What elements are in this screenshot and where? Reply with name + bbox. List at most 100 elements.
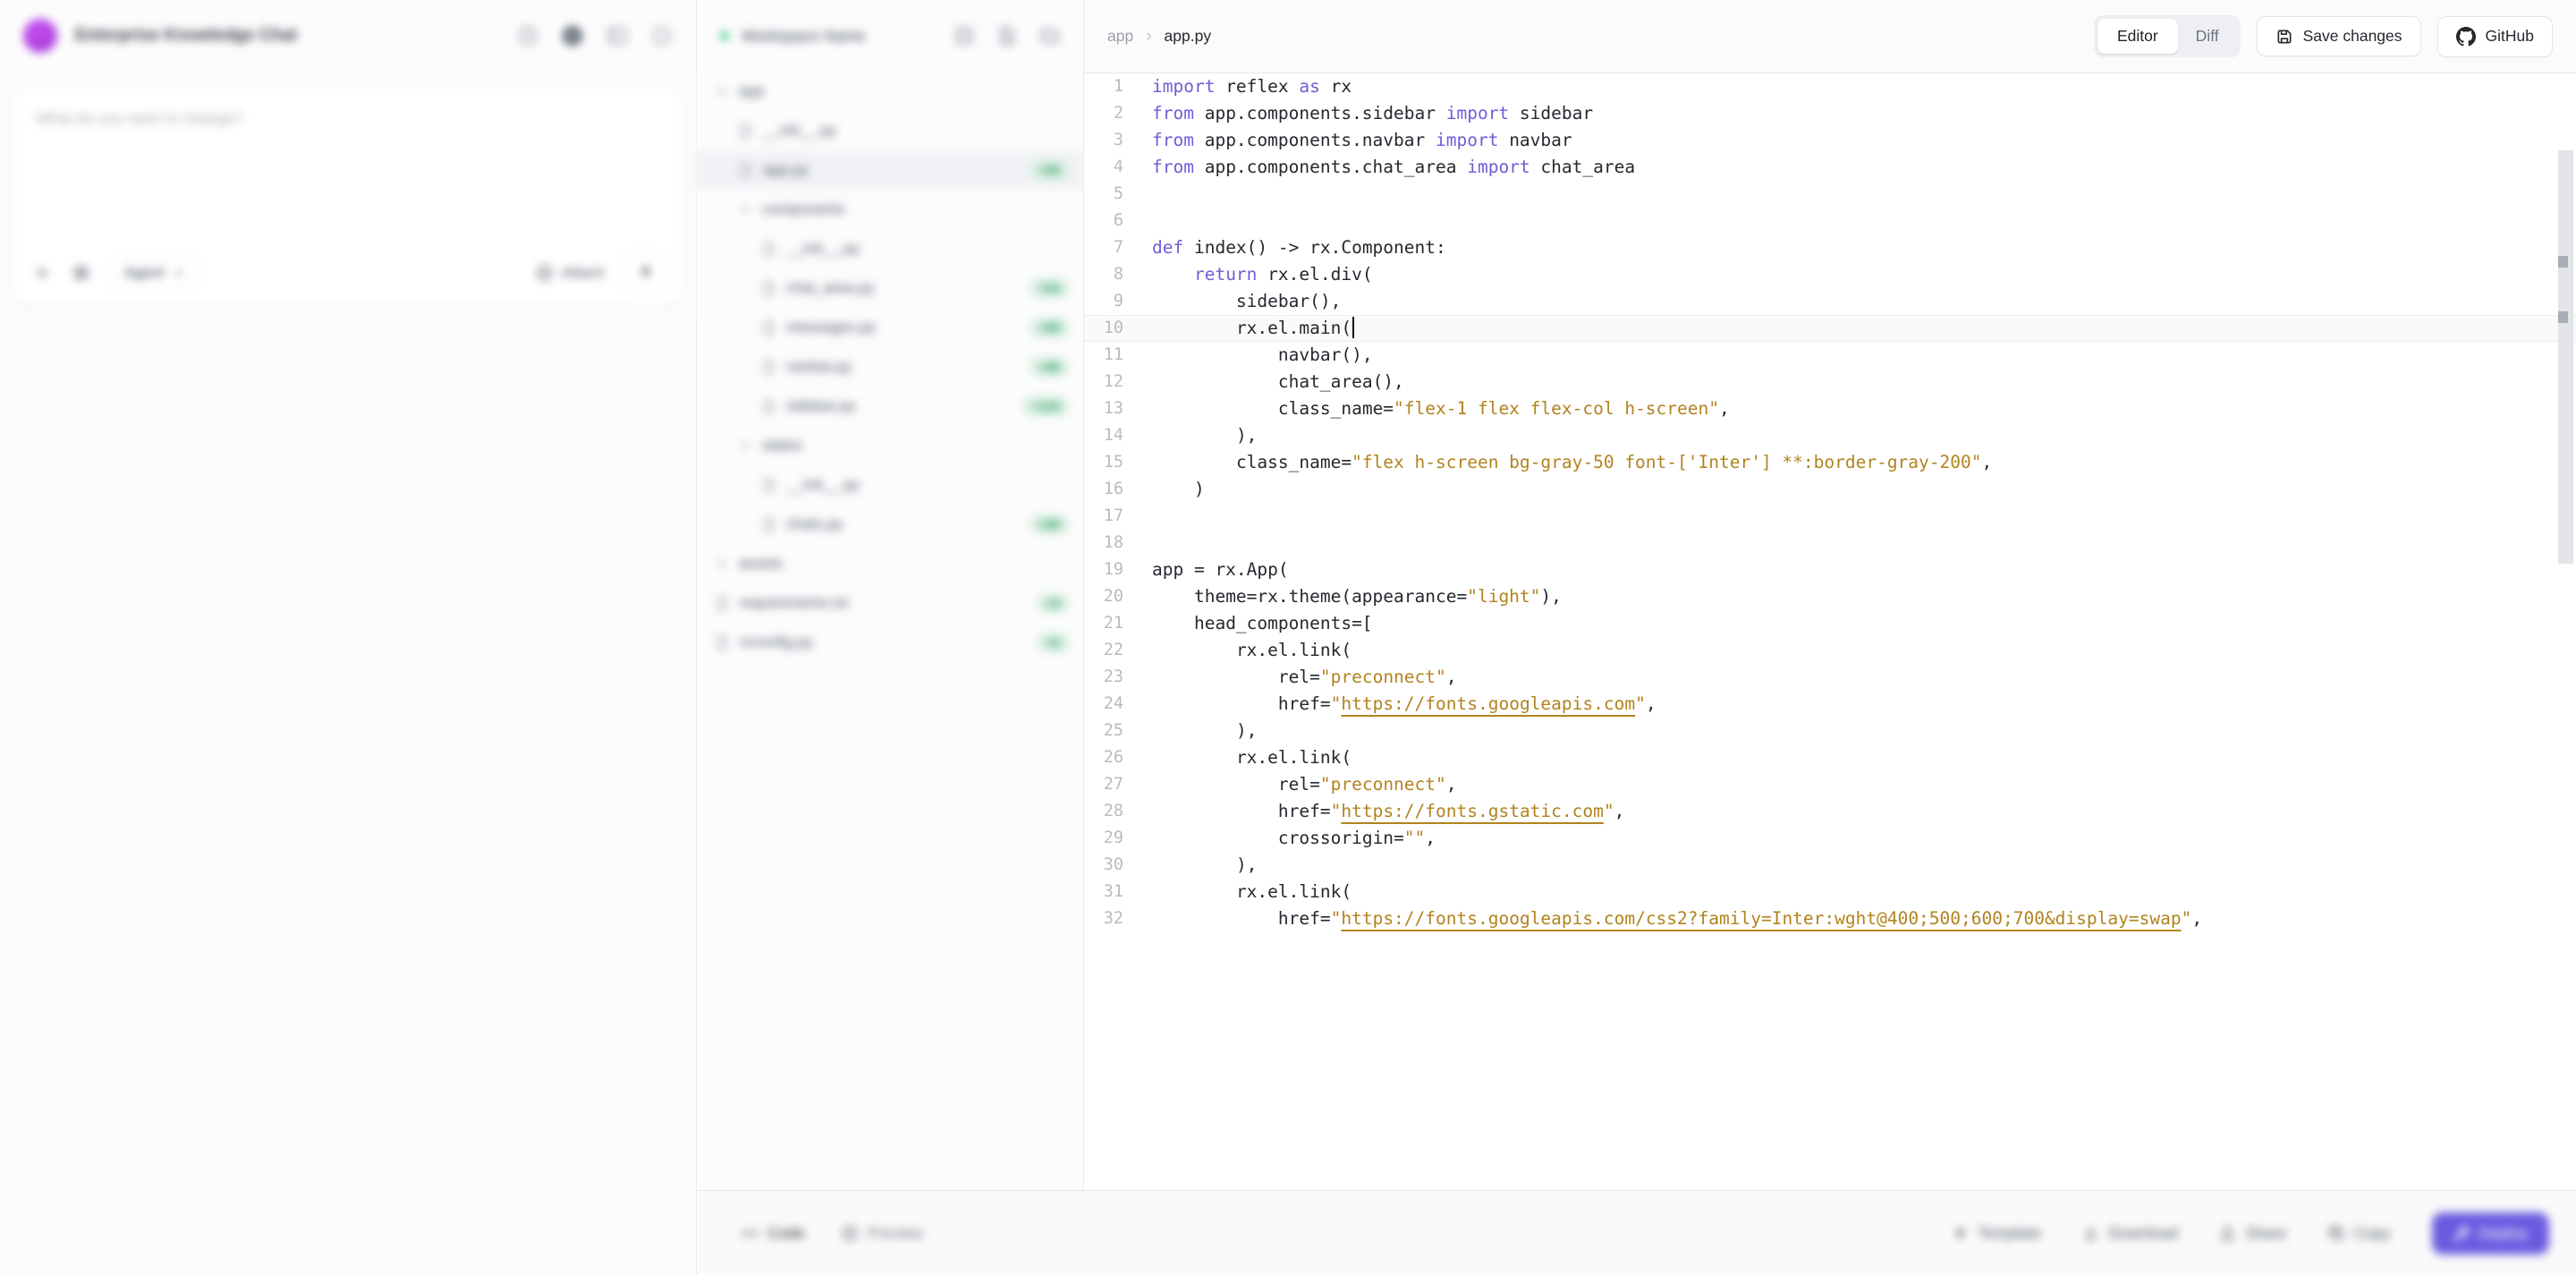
code-line-9[interactable]: 9 sidebar(), (1084, 288, 2576, 315)
chat-input-card[interactable]: What do you want to change? Agent (12, 87, 684, 306)
code-line-28[interactable]: 28 href="https://fonts.gstatic.com", (1084, 798, 2576, 825)
tree-item-label: rxconfig.py (740, 633, 813, 651)
file-icon (761, 241, 776, 258)
agent-mode-dropdown[interactable]: Agent (111, 256, 199, 290)
github-button[interactable]: GitHub (2437, 16, 2553, 57)
code-line-14[interactable]: 14 ), (1084, 422, 2576, 449)
code-line-6[interactable]: 6 (1084, 208, 2576, 234)
code-line-4[interactable]: 4from app.components.chat_area import ch… (1084, 154, 2576, 181)
code-line-25[interactable]: 25 ), (1084, 718, 2576, 744)
tree-item-chat-area-py[interactable]: chat_area.py+84 (697, 268, 1083, 308)
editor-scrollbar[interactable] (2558, 150, 2573, 564)
code-line-30[interactable]: 30 ), (1084, 852, 2576, 879)
tree-item-requirements-txt[interactable]: requirements.txt+6 (697, 583, 1083, 623)
code-line-27[interactable]: 27 rel="preconnect", (1084, 771, 2576, 798)
tree-item-assets[interactable]: assets (697, 544, 1083, 583)
diff-count-badge: +88 (1030, 514, 1069, 534)
diff-count-badge: +88 (1030, 357, 1069, 377)
agent-label: Agent (124, 264, 164, 282)
code-line-12[interactable]: 12 chat_area(), (1084, 369, 2576, 395)
code-text: from app.components.sidebar import sideb… (1136, 100, 1593, 127)
line-number: 26 (1084, 744, 1136, 771)
chat-header: Enterprise Knowledge Chat (0, 0, 696, 72)
tree-item-sidebar-py[interactable]: sidebar.py+105 (697, 387, 1083, 426)
code-editor[interactable]: 1import reflex as rx2from app.components… (1084, 73, 2576, 932)
code-line-24[interactable]: 24 href="https://fonts.googleapis.com", (1084, 691, 2576, 718)
code-line-20[interactable]: 20 theme=rx.theme(appearance="light"), (1084, 583, 2576, 610)
code-line-16[interactable]: 16 ) (1084, 476, 2576, 503)
code-line-13[interactable]: 13 class_name="flex-1 flex flex-col h-sc… (1084, 395, 2576, 422)
save-changes-button[interactable]: Save changes (2257, 16, 2421, 56)
breadcrumb-folder[interactable]: app (1107, 27, 1133, 46)
code-text: ), (1136, 718, 1257, 744)
template-button[interactable]: Template (1952, 1224, 2041, 1243)
tree-item-rxconfig-py[interactable]: rxconfig.py+6 (697, 623, 1083, 662)
new-chat-icon[interactable] (562, 25, 583, 47)
save-icon (2275, 28, 2293, 46)
code-line-17[interactable]: 17 (1084, 503, 2576, 530)
history-icon[interactable] (517, 25, 538, 47)
tree-item-states[interactable]: states (697, 426, 1083, 465)
toggle-preview[interactable]: Preview (842, 1224, 923, 1243)
code-line-18[interactable]: 18 (1084, 530, 2576, 557)
line-number: 22 (1084, 637, 1136, 664)
share-button[interactable]: Share (2219, 1224, 2287, 1243)
attach-button[interactable]: Attach (536, 264, 605, 282)
code-line-31[interactable]: 31 rx.el.link( (1084, 879, 2576, 905)
tree-item-navbar-py[interactable]: navbar.py+88 (697, 347, 1083, 387)
tree-item-app-py[interactable]: app.py+88 (697, 150, 1083, 190)
tree-item-label: chat_area.py (786, 279, 874, 297)
tree-item--init-py[interactable]: __init__.py (697, 229, 1083, 268)
file-icon (738, 162, 753, 179)
code-line-23[interactable]: 23 rel="preconnect", (1084, 664, 2576, 691)
send-button[interactable] (624, 253, 667, 293)
scrollbar-change-mark (2558, 311, 2568, 323)
add-icon[interactable] (32, 263, 52, 283)
deploy-button[interactable]: Deploy (2432, 1212, 2549, 1254)
code-line-21[interactable]: 21 head_components=[ (1084, 610, 2576, 637)
line-number: 4 (1084, 154, 1136, 181)
code-line-8[interactable]: 8 return rx.el.div( (1084, 261, 2576, 288)
toggle-code[interactable]: Code (741, 1224, 805, 1243)
panel-toggle-icon[interactable] (606, 25, 628, 47)
tree-item--init-py[interactable]: __init__.py (697, 111, 1083, 150)
code-line-26[interactable]: 26 rx.el.link( (1084, 744, 2576, 771)
more-options-icon[interactable] (651, 25, 673, 47)
tab-editor[interactable]: Editor (2097, 19, 2178, 54)
code-line-15[interactable]: 15 class_name="flex h-screen bg-gray-50 … (1084, 449, 2576, 476)
code-line-11[interactable]: 11 navbar(), (1084, 342, 2576, 369)
new-folder-icon[interactable] (1040, 26, 1060, 46)
diff-count-badge: +6 (1037, 593, 1069, 613)
breadcrumb-file[interactable]: app.py (1165, 27, 1212, 46)
sliders-icon[interactable] (72, 263, 91, 283)
code-text: sidebar(), (1136, 288, 1341, 315)
code-line-19[interactable]: 19app = rx.App( (1084, 557, 2576, 583)
line-number: 10 (1084, 315, 1136, 342)
chat-avatar (23, 19, 57, 53)
rocket-icon (2453, 1225, 2470, 1242)
tree-item-messages-py[interactable]: messages.py+88 (697, 308, 1083, 347)
tree-item--init-py[interactable]: __init__.py (697, 465, 1083, 505)
code-line-1[interactable]: 1import reflex as rx (1084, 73, 2576, 100)
send-icon (637, 264, 655, 282)
code-line-32[interactable]: 32 href="https://fonts.googleapis.com/cs… (1084, 905, 2576, 932)
collapse-all-icon[interactable] (954, 26, 974, 46)
tree-item-label: chats.py (786, 515, 843, 533)
code-line-5[interactable]: 5 (1084, 181, 2576, 208)
code-line-3[interactable]: 3from app.components.navbar import navba… (1084, 127, 2576, 154)
code-line-2[interactable]: 2from app.components.sidebar import side… (1084, 100, 2576, 127)
tree-item-app[interactable]: app (697, 72, 1083, 111)
code-line-29[interactable]: 29 crossorigin="", (1084, 825, 2576, 852)
copy-button[interactable]: Copy (2328, 1224, 2391, 1243)
tree-item-chats-py[interactable]: chats.py +88 (697, 505, 1083, 544)
code-line-7[interactable]: 7def index() -> rx.Component: (1084, 234, 2576, 261)
tree-item-components[interactable]: components (697, 190, 1083, 229)
chat-input-placeholder[interactable]: What do you want to change? (13, 88, 683, 149)
code-text: class_name="flex-1 flex flex-col h-scree… (1136, 395, 1730, 422)
new-file-icon[interactable] (997, 26, 1017, 46)
code-line-22[interactable]: 22 rx.el.link( (1084, 637, 2576, 664)
tab-diff[interactable]: Diff (2178, 19, 2237, 54)
download-button[interactable]: Download (2082, 1224, 2178, 1243)
button-label: Share (2245, 1224, 2287, 1243)
code-line-10[interactable]: 10 rx.el.main( (1084, 315, 2576, 342)
